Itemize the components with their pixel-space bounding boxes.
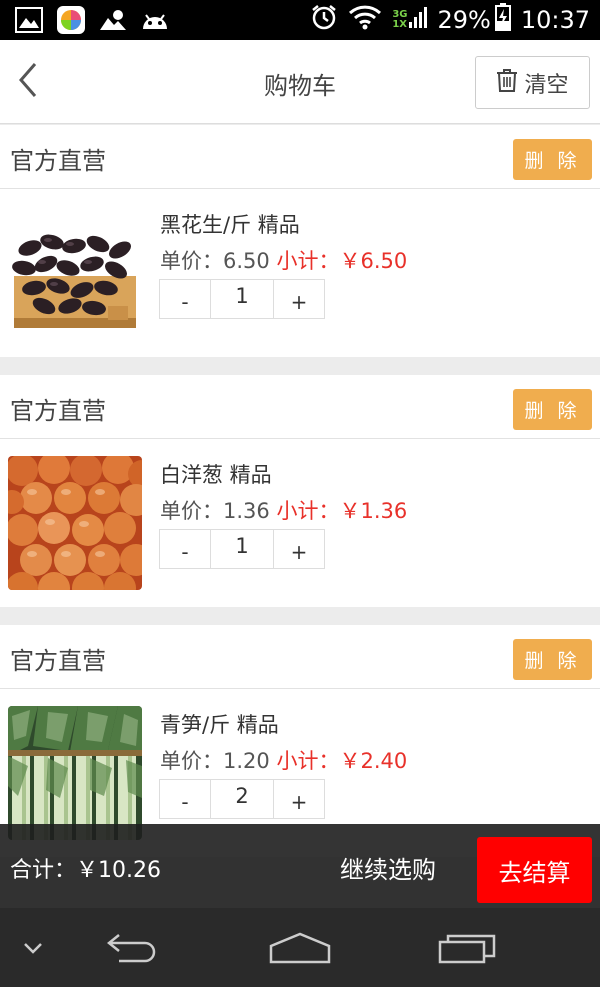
continue-shopping-button[interactable]: 继续选购 [340,850,436,885]
subtotal: 小计：￥6.50 [276,249,408,273]
delete-button[interactable]: 删 除 [513,389,592,430]
product-name[interactable]: 白洋葱 精品 [160,459,272,489]
quantity-stepper: - 1 + [159,279,325,319]
app-header: 购物车 清空 [0,40,600,124]
quantity-field[interactable]: 2 [210,780,274,818]
weather-icon [98,6,128,34]
cart-item: 白洋葱 精品 单价：1.36 小计：￥1.36 - 1 + [0,439,600,606]
cart-group: 官方直营 删 除 [0,375,600,607]
decrease-quantity-button[interactable]: - [160,530,210,568]
shop-name: 官方直营 [10,147,106,175]
alarm-icon [310,3,338,37]
product-name[interactable]: 黑花生/斤 精品 [160,209,300,239]
subtotal: 小计：￥1.36 [276,499,408,523]
cart-item: 黑花生/斤 精品 单价：6.50 小计：￥6.50 - 1 + [0,189,600,356]
price-line: 单价：1.20 小计：￥2.40 [160,745,407,775]
system-nav-bar [0,908,600,987]
quantity-field[interactable]: 1 [210,280,274,318]
checkout-button[interactable]: 去结算 [477,837,592,903]
decrease-quantity-button[interactable]: - [160,780,210,818]
status-bar: 3G 1X 29% 10:37 [0,0,600,40]
clear-cart-button[interactable]: 清空 [475,56,590,109]
cart-list: 官方直营 删 除 黑花生/斤 精品 单价：6.50 小计：￥6.50 - 1 +… [0,125,600,875]
product-image-white-onion[interactable] [8,456,142,590]
cart-total: 合计：￥10.26 [10,858,161,883]
shop-header: 官方直营 删 除 [0,625,600,689]
network-type: 3G 1X [392,9,408,30]
unit-price: 单价：1.36 [160,499,270,523]
signal-icon [409,6,428,34]
unit-price: 单价：6.50 [160,249,270,273]
unit-price: 单价：1.20 [160,749,270,773]
product-name[interactable]: 青笋/斤 精品 [160,709,279,739]
clear-label: 清空 [524,72,569,98]
battery-percent: 29% [437,6,491,34]
nav-home-icon[interactable] [266,908,334,987]
nav-recents-icon[interactable] [436,908,500,987]
shop-header: 官方直营 删 除 [0,375,600,439]
quantity-stepper: - 2 + [159,779,325,819]
wifi-icon [348,4,382,36]
checkout-bar: 合计：￥10.26 继续选购 去结算 [0,824,600,908]
price-line: 单价：6.50 小计：￥6.50 [160,245,407,275]
battery-charging-icon [494,3,511,37]
cart-group: 官方直营 删 除 [0,125,600,357]
shop-header: 官方直营 删 除 [0,125,600,189]
increase-quantity-button[interactable]: + [274,280,324,318]
subtotal: 小计：￥2.40 [276,749,408,773]
cart-group: 官方直营 删 除 [0,625,600,857]
trash-icon [496,68,518,98]
quantity-field[interactable]: 1 [210,530,274,568]
shop-name: 官方直营 [10,397,106,425]
nav-collapse-icon[interactable] [18,908,48,987]
delete-button[interactable]: 删 除 [513,639,592,680]
gallery-icon [14,6,44,34]
product-image-black-peanut[interactable] [8,206,142,340]
android-icon [140,6,170,34]
product-image-lettuce-stem[interactable] [8,706,142,840]
nav-back-icon[interactable] [102,908,164,987]
increase-quantity-button[interactable]: + [274,530,324,568]
clock: 10:37 [520,6,590,34]
delete-button[interactable]: 删 除 [513,139,592,180]
decrease-quantity-button[interactable]: - [160,280,210,318]
price-line: 单价：1.36 小计：￥1.36 [160,495,407,525]
increase-quantity-button[interactable]: + [274,780,324,818]
shop-name: 官方直营 [10,647,106,675]
quantity-stepper: - 1 + [159,529,325,569]
app-icon [56,6,86,34]
